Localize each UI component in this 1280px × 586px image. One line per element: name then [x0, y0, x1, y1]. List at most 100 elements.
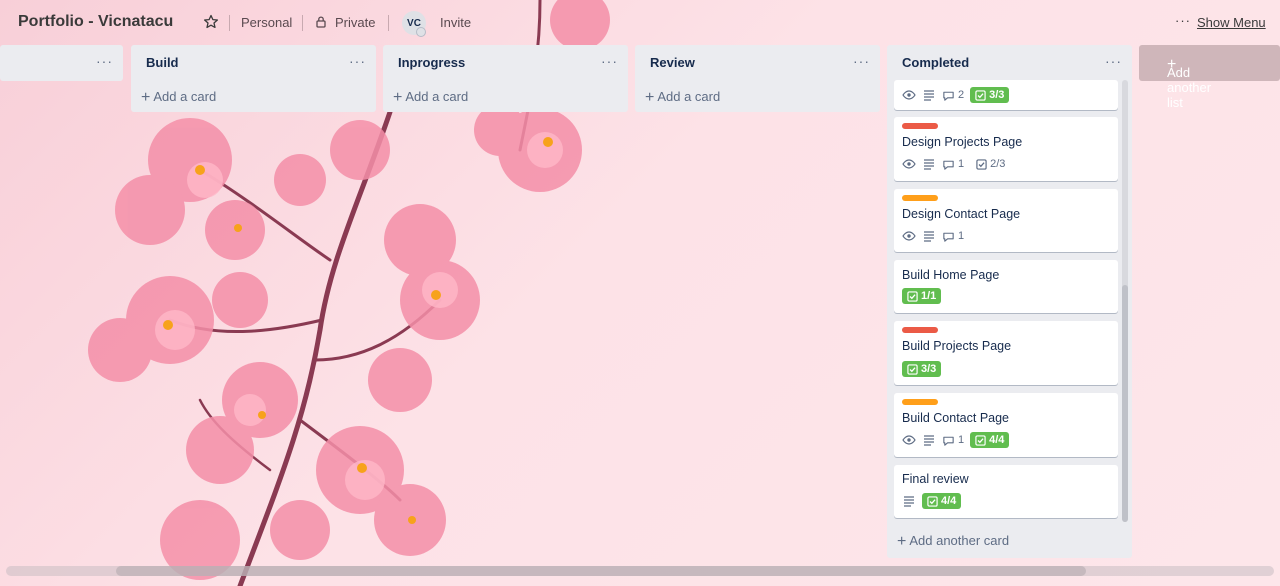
card-badges: 4/4: [902, 493, 962, 509]
description-icon: [902, 494, 916, 508]
description-icon: [922, 229, 936, 243]
checklist-icon: [975, 89, 986, 101]
add-card-button[interactable]: + Add a card: [141, 88, 216, 106]
list-menu-icon[interactable]: ···: [601, 53, 618, 69]
comment-badge: 1: [942, 230, 964, 243]
list-title[interactable]: Review: [650, 55, 695, 70]
checklist-badge: 4/4: [922, 493, 962, 509]
card-badges: 1/1: [902, 288, 942, 304]
card-label[interactable]: [902, 399, 938, 405]
header-divider: [229, 15, 230, 31]
add-card-label: Add a card: [405, 89, 469, 104]
card[interactable]: 2 3/3: [894, 80, 1118, 110]
card-title: Design Projects Page: [902, 135, 1023, 149]
list-done-partial: ···: [0, 45, 123, 81]
card-label[interactable]: [902, 195, 938, 201]
list-inprogress: Inprogress ··· + Add a card: [383, 45, 628, 112]
card[interactable]: Build Home Page 1/1: [894, 260, 1118, 313]
checklist-count: 3/3: [921, 363, 937, 375]
lock-icon: [314, 15, 328, 29]
card[interactable]: Final review 4/4: [894, 465, 1118, 518]
list-build: Build ··· + Add a card: [131, 45, 376, 112]
comment-count: 2: [958, 89, 965, 101]
add-another-list-button[interactable]: + Add another list: [1139, 45, 1280, 110]
comment-badge: 1: [942, 434, 964, 447]
comment-badge: 2: [942, 89, 964, 102]
board-title[interactable]: Portfolio - Vicnatacu: [18, 13, 173, 31]
card[interactable]: Design Projects Page 1 2/3: [894, 117, 1118, 181]
list-title[interactable]: Inprogress: [398, 55, 465, 70]
list-review: Review ··· + Add a card: [635, 45, 880, 112]
checklist-count: 4/4: [941, 495, 957, 507]
card-label[interactable]: [902, 123, 938, 129]
card-badges: 1 2/3: [902, 157, 1005, 171]
list-menu-icon[interactable]: ···: [853, 53, 870, 69]
card-title: Design Contact Page: [902, 207, 1021, 221]
watch-icon: [902, 229, 916, 243]
checklist-icon: [927, 495, 938, 507]
card[interactable]: Design Contact Page 1: [894, 189, 1118, 252]
add-card-label: Add a card: [657, 89, 721, 104]
add-list-label: Add another list: [1167, 65, 1212, 110]
watch-icon: [902, 88, 916, 102]
list-menu-icon[interactable]: ···: [1105, 53, 1122, 69]
admin-badge-icon: [416, 27, 426, 37]
header-divider: [388, 15, 389, 31]
plus-icon: +: [393, 89, 403, 106]
board-scrollbar[interactable]: [6, 566, 1274, 576]
comment-count: 1: [958, 158, 965, 170]
card-badges: 1 4/4: [902, 432, 1010, 448]
star-icon[interactable]: [203, 14, 219, 30]
plus-icon: +: [897, 533, 907, 550]
show-menu-button[interactable]: Show Menu: [1197, 15, 1266, 30]
card-badges: 1: [902, 229, 964, 243]
checklist-count: 4/4: [989, 434, 1005, 446]
checklist-count: 2/3: [990, 158, 1006, 170]
card[interactable]: Build Projects Page 3/3: [894, 321, 1118, 385]
board-header: Portfolio - Vicnatacu Personal Private V…: [0, 0, 1280, 44]
scrollbar-thumb[interactable]: [1122, 285, 1128, 522]
checklist-badge: 3/3: [970, 87, 1010, 103]
card-title: Build Projects Page: [902, 339, 1012, 353]
description-icon: [922, 433, 936, 447]
comment-icon: [943, 91, 954, 101]
checklist-icon: [976, 158, 987, 170]
checklist-badge: 2/3: [976, 158, 1005, 170]
card-label[interactable]: [902, 327, 938, 333]
add-card-label: Add a card: [153, 89, 217, 104]
checklist-icon: [907, 363, 918, 375]
comment-count: 1: [958, 230, 965, 242]
scrollbar-thumb[interactable]: [116, 566, 1086, 576]
plus-icon: +: [645, 89, 655, 106]
checklist-icon: [907, 290, 918, 302]
add-card-button[interactable]: + Add a card: [393, 88, 468, 106]
checklist-badge: 3/3: [902, 361, 942, 377]
comment-icon: [943, 232, 954, 242]
description-icon: [922, 88, 936, 102]
card-badges: 2 3/3: [902, 87, 1010, 103]
list-title[interactable]: Completed: [902, 55, 969, 70]
add-card-button[interactable]: + Add a card: [645, 88, 720, 106]
checklist-badge: 4/4: [970, 432, 1010, 448]
comment-icon: [943, 436, 954, 446]
watch-icon: [902, 433, 916, 447]
checklist-count: 3/3: [989, 89, 1005, 101]
plus-icon: +: [141, 89, 151, 106]
list-scrollbar[interactable]: [1122, 80, 1128, 522]
list-menu-icon[interactable]: ···: [349, 53, 366, 69]
workspace-button[interactable]: Personal: [241, 15, 292, 30]
description-icon: [922, 157, 936, 171]
card-badges: 3/3: [902, 361, 942, 377]
visibility-button[interactable]: Private: [335, 15, 375, 30]
add-card-label: Add another card: [909, 533, 1010, 548]
invite-button[interactable]: Invite: [440, 15, 471, 30]
list-menu-icon[interactable]: ···: [96, 53, 113, 69]
comment-count: 1: [958, 434, 965, 446]
card[interactable]: Build Contact Page 1 4/4: [894, 393, 1118, 457]
list-title[interactable]: Build: [146, 55, 179, 70]
watch-icon: [902, 157, 916, 171]
header-divider: [302, 15, 303, 31]
more-icon[interactable]: ···: [1175, 13, 1191, 28]
card-title: Build Home Page: [902, 268, 1000, 282]
add-another-card-button[interactable]: + Add another card: [897, 532, 1009, 550]
